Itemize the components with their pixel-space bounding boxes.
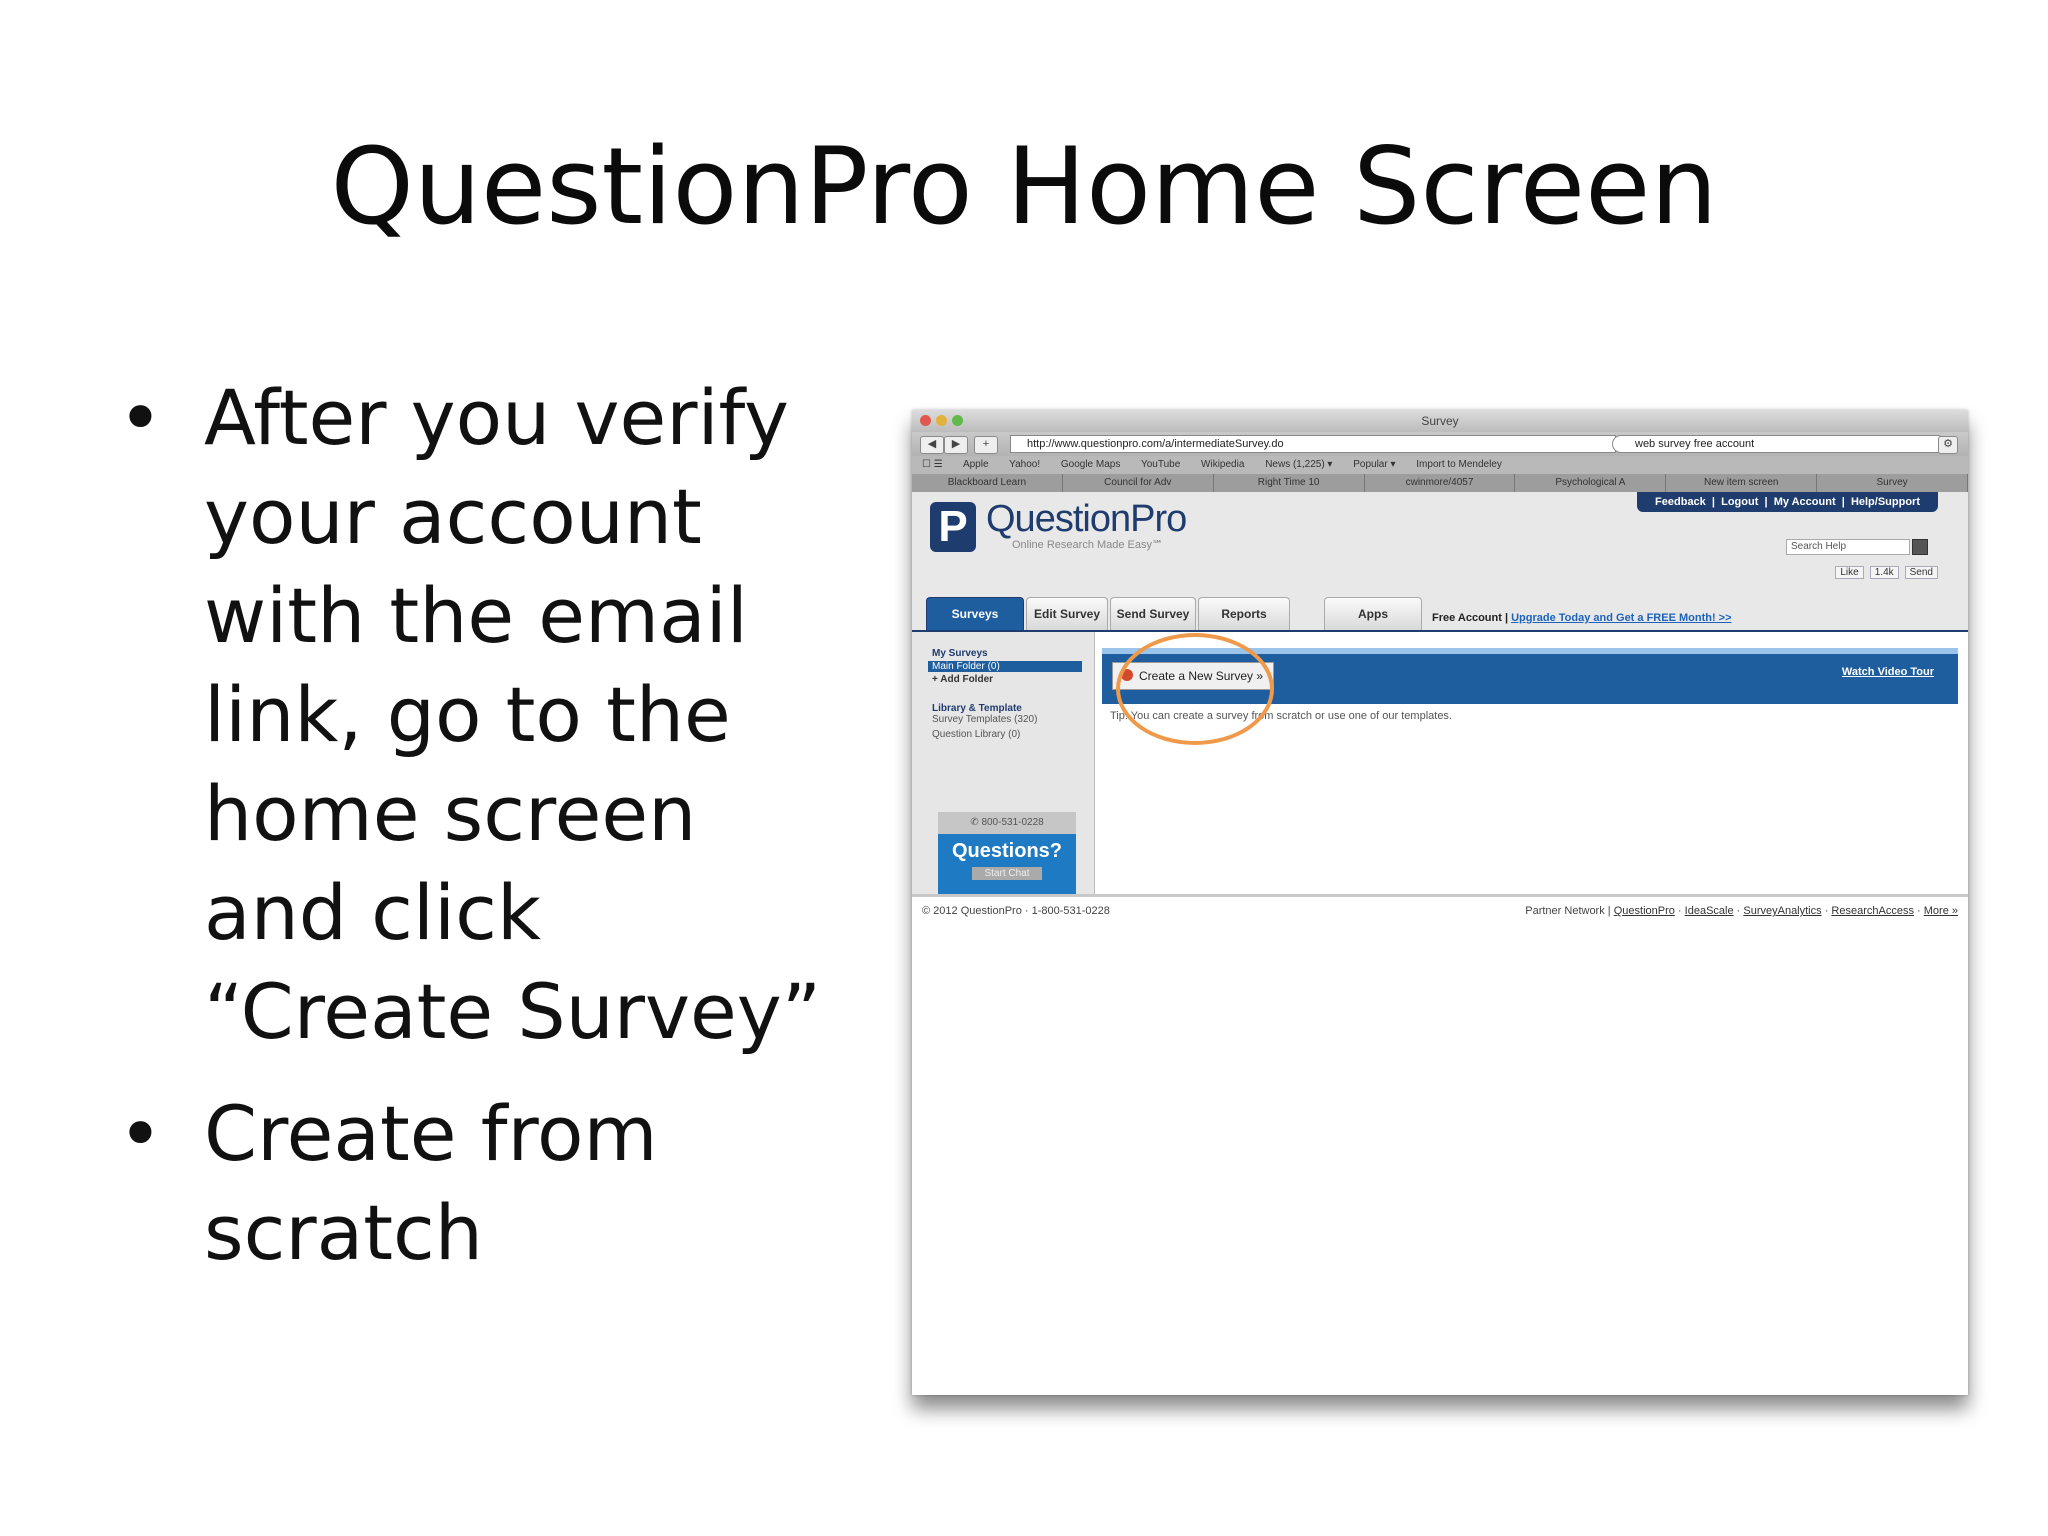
facebook-like-button[interactable]: Like [1835,566,1864,579]
tab-send-survey[interactable]: Send Survey [1110,597,1196,630]
browser-screenshot: Survey ◀ ▶ + http://www.questionpro.com/… [912,410,1968,1395]
account-status: Free Account | Upgrade Today and Get a F… [1432,612,1732,624]
questions-label: Questions? [951,840,1062,862]
gear-icon[interactable]: ⚙ [1938,436,1958,454]
footer-copyright: © 2012 QuestionPro · 1-800-531-0228 [922,905,1110,917]
bookmark-news[interactable]: News (1,225) ▾ [1265,459,1332,470]
bullet-dot: • [118,1089,163,1178]
social-buttons: Like 1.4k Send [1835,566,1938,579]
library-heading: Library & Template [932,703,1022,714]
tab-apps[interactable]: Apps [1324,597,1422,630]
logo-mark: P [930,502,976,552]
new-tab-icon[interactable]: + [974,436,998,454]
back-icon[interactable]: ◀ [920,436,944,454]
bullet-item: • After you verify your account with the … [118,368,838,1061]
forward-icon[interactable]: ▶ [944,436,968,454]
browser-tab[interactable]: Blackboard Learn [912,474,1063,492]
browser-tab[interactable]: Psychological A [1515,474,1667,492]
my-surveys-heading: My Surveys [932,648,988,659]
send-button[interactable]: Send [1904,566,1938,579]
more-link[interactable]: More » [1924,905,1958,917]
highlight-circle [1116,633,1274,745]
ideascale-link[interactable]: IdeaScale [1685,905,1734,917]
logo-name: QuestionPro [986,498,1187,540]
support-phone: ✆ 800-531-0228 [938,812,1076,834]
tab-surveys[interactable]: Surveys [926,597,1024,630]
search-help-input[interactable]: Search Help [1786,539,1910,555]
phone-icon: ✆ [970,817,982,828]
bookmark-google-maps[interactable]: Google Maps [1061,459,1120,470]
browser-tab[interactable]: cwinmore/4057 [1365,474,1516,492]
sidebar-item-main-folder[interactable]: Main Folder (0) [928,661,1082,672]
app-footer: © 2012 QuestionPro · 1-800-531-0228 Part… [912,897,1968,923]
surveyanalytics-link[interactable]: SurveyAnalytics [1743,905,1821,917]
browser-tab[interactable]: Survey [1817,474,1968,492]
window-titlebar: Survey [912,410,1968,432]
upgrade-link[interactable]: Upgrade Today and Get a FREE Month! >> [1511,612,1731,624]
bookmark-apple[interactable]: Apple [963,459,989,470]
partner-network-link[interactable]: Partner Network [1525,905,1604,917]
add-folder-link[interactable]: + Add Folder [912,674,1094,685]
bookmark-mendeley[interactable]: Import to Mendeley [1416,459,1502,470]
bookmarks-bar: ☐ ☰ Apple Yahoo! Google Maps YouTube Wik… [912,456,1968,474]
browser-tab[interactable]: New item screen [1666,474,1818,492]
top-links: Feedback | Logout | My Account | Help/Su… [1637,492,1938,512]
watch-video-tour-link[interactable]: Watch Video Tour [1842,666,1934,678]
support-box: ✆ 800-531-0228 Questions? Start Chat [938,812,1076,894]
sidebar-item-survey-templates[interactable]: Survey Templates (320) [912,714,1094,725]
like-count: 1.4k [1869,566,1899,579]
free-account-label: Free Account [1432,612,1502,624]
questionpro-link[interactable]: QuestionPro [1614,905,1675,917]
help-support-link[interactable]: Help/Support [1851,496,1920,508]
sidebar: My Surveys Main Folder (0) + Add Folder … [912,632,1095,894]
logo-tagline: Online Research Made Easy℠ [1012,539,1164,551]
browser-tab[interactable]: Right Time 10 [1214,474,1365,492]
bullet-dot: • [118,373,163,462]
tab-reports[interactable]: Reports [1198,597,1290,630]
bullet-item: • Create from scratch [118,1084,838,1282]
url-toolbar: ◀ ▶ + http://www.questionpro.com/a/inter… [912,432,1968,456]
bullet-list: • After you verify your account with the … [118,368,838,1305]
logout-link[interactable]: Logout [1721,496,1758,508]
feedback-link[interactable]: Feedback [1655,496,1706,508]
browser-tab-bar: Blackboard Learn Council for Adv Right T… [912,474,1968,492]
browser-search-field[interactable]: web survey free account [1612,435,1946,453]
slide-title: QuestionPro Home Screen [330,125,1718,248]
app-nav-tabs: Surveys Edit Survey Send Survey Reports … [912,588,1968,632]
window-title: Survey [1421,414,1459,428]
main-content: My Surveys Main Folder (0) + Add Folder … [912,632,1968,897]
sidebar-item-question-library[interactable]: Question Library (0) [912,729,1094,740]
tab-edit-survey[interactable]: Edit Survey [1026,597,1108,630]
researchaccess-link[interactable]: ResearchAccess [1831,905,1914,917]
bookmark-yahoo[interactable]: Yahoo! [1009,459,1040,470]
bullet-text: Create from scratch [204,1089,658,1277]
my-account-link[interactable]: My Account [1774,496,1836,508]
app-header: Feedback | Logout | My Account | Help/Su… [912,492,1968,588]
bookmark-popular[interactable]: Popular ▾ [1353,459,1395,470]
url-field[interactable]: http://www.questionpro.com/a/intermediat… [1010,435,1616,453]
bookmark-youtube[interactable]: YouTube [1141,459,1180,470]
footer-links: Partner Network | QuestionPro · IdeaScal… [1525,905,1958,917]
start-chat-button[interactable]: Start Chat [972,867,1042,880]
bookmark-wikipedia[interactable]: Wikipedia [1201,459,1244,470]
bookmark-icons[interactable]: ☐ ☰ [922,459,943,470]
search-icon[interactable] [1912,539,1928,555]
bullet-text: After you verify your account with the e… [204,373,822,1056]
browser-tab[interactable]: Council for Adv [1063,474,1214,492]
